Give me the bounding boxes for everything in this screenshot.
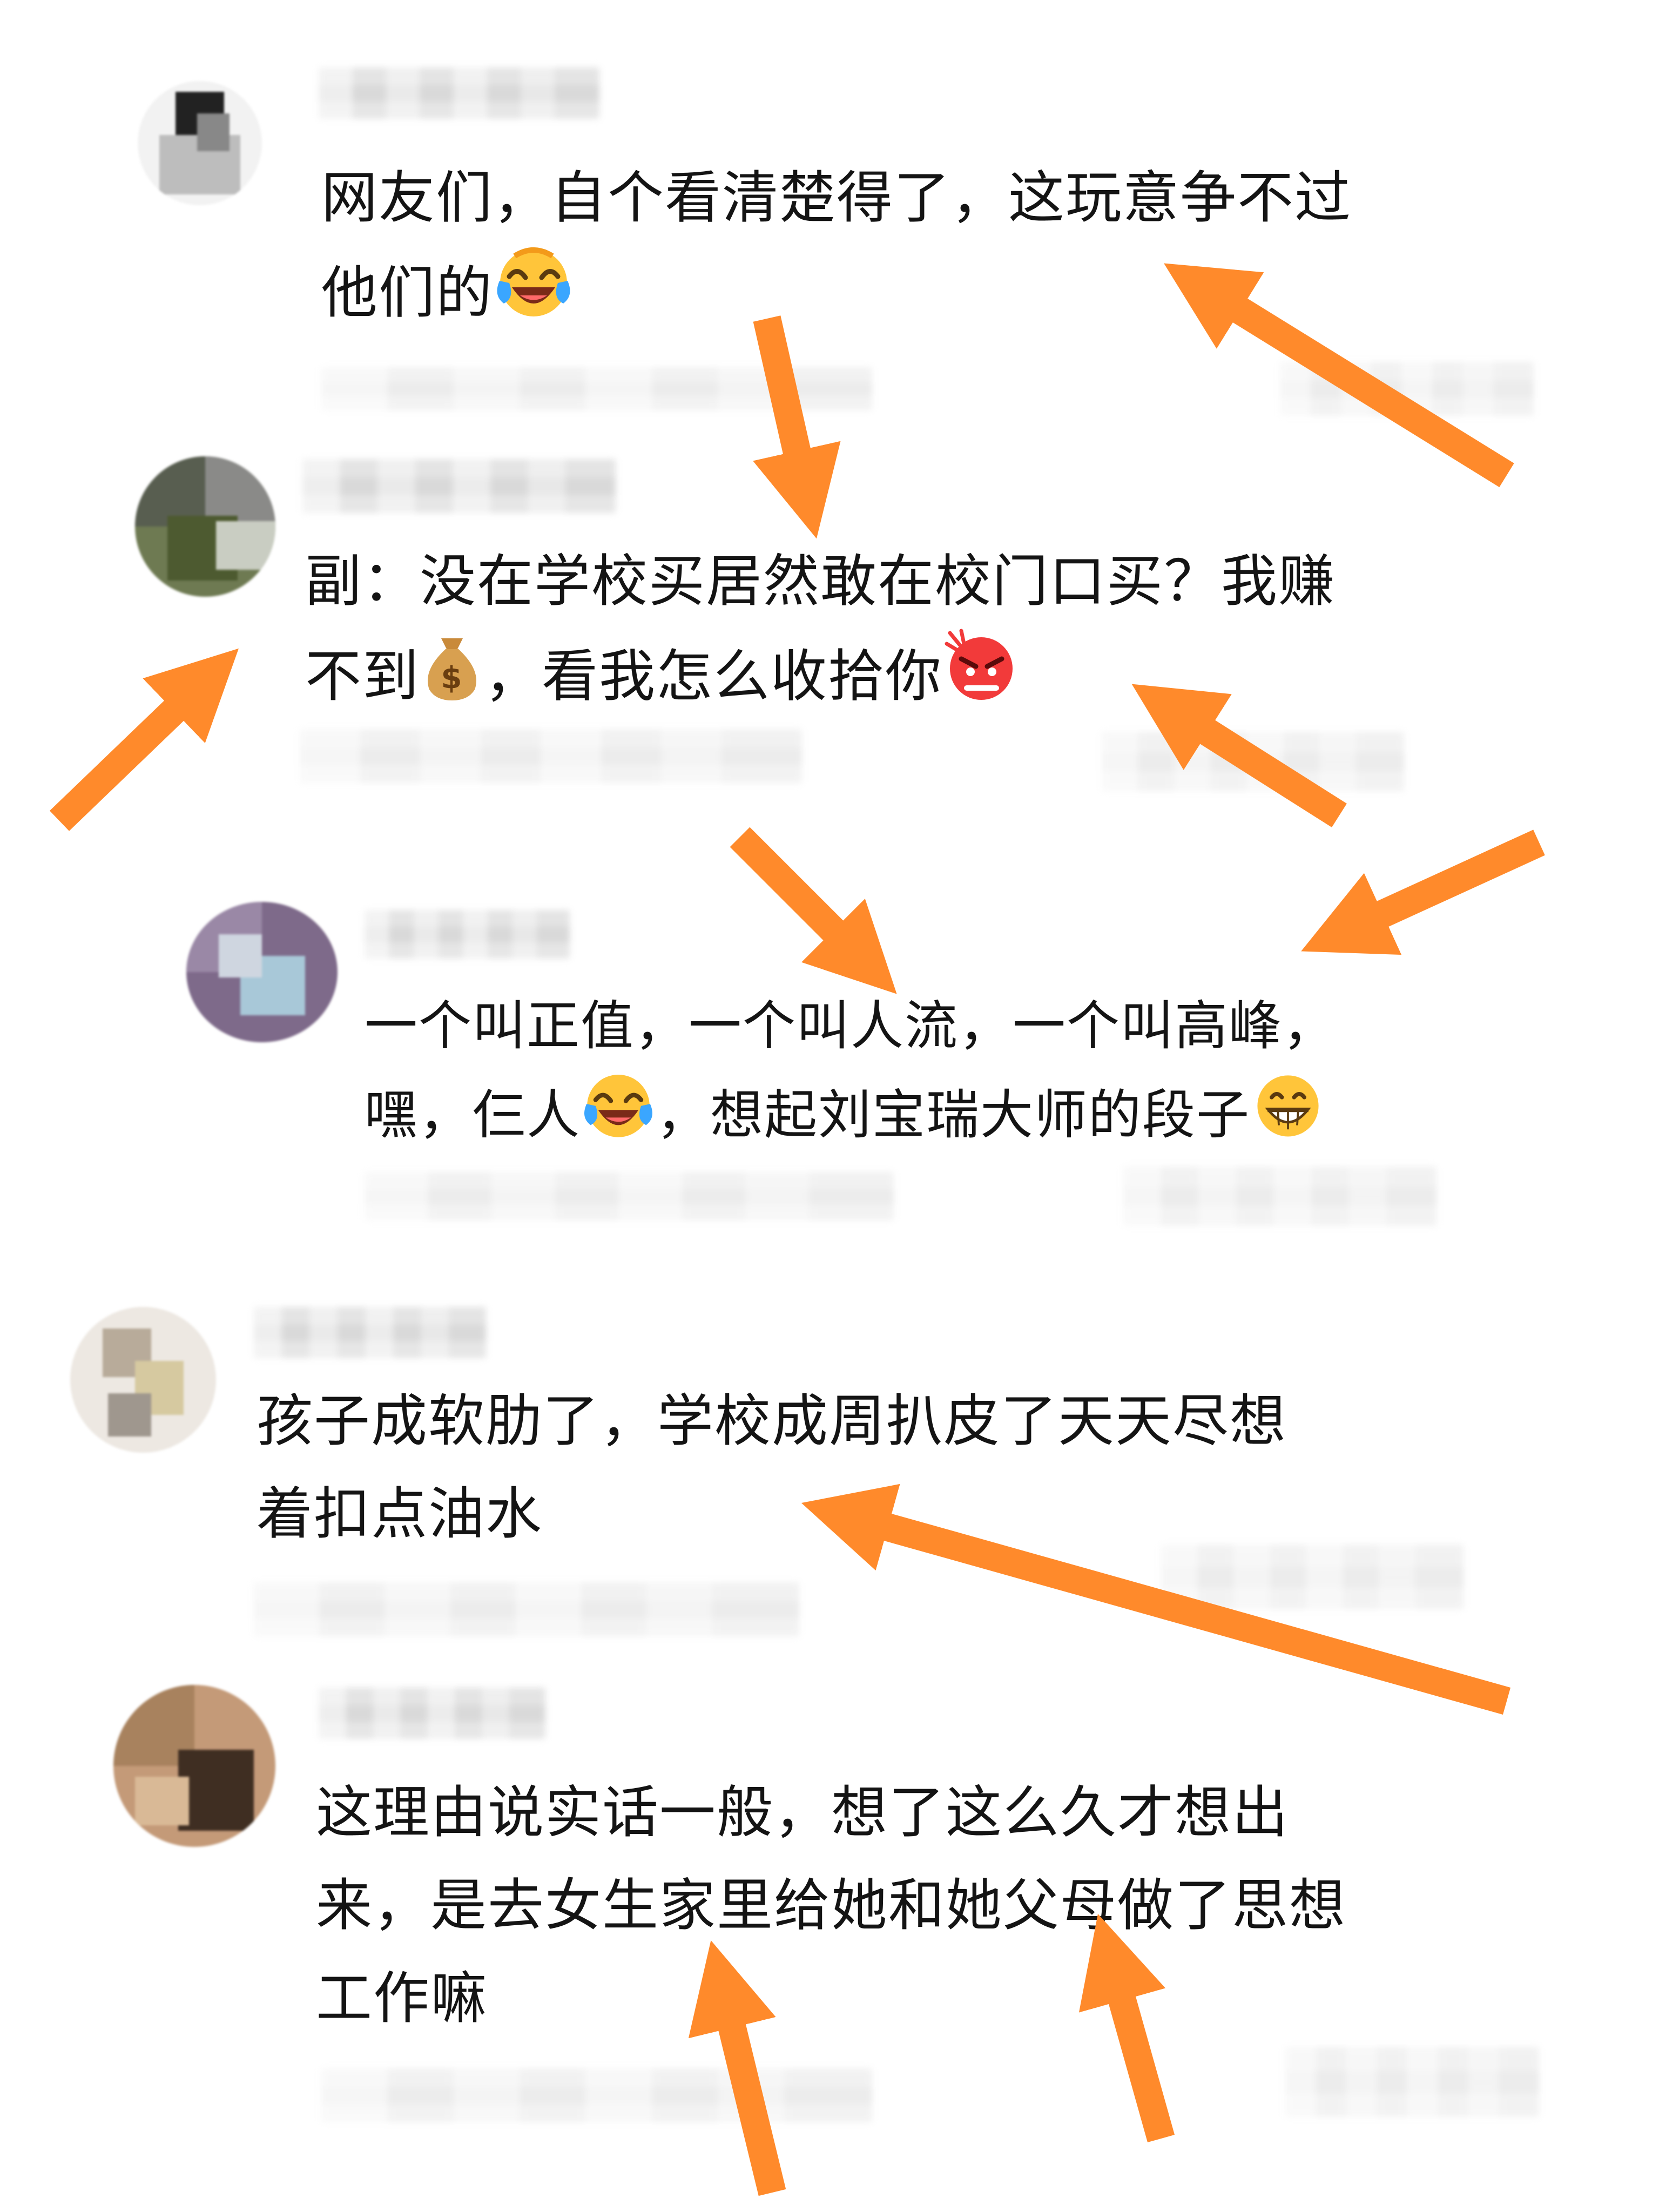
comment-text: 这理由说实话一般，想了这么久才想出 来，是去女生家里给她和她父母做了思想 工作嘛: [316, 1766, 1346, 2045]
comment-line: 他们的: [321, 260, 494, 326]
avatar[interactable]: [138, 81, 262, 205]
comment-line: 网友们，自个看清楚得了，这玩意争不过: [321, 165, 1352, 231]
comment-text: 孩子成软肋了，学校成周扒皮了天天尽想 着扣点油水: [257, 1374, 1287, 1560]
crying-laughing-icon: [493, 244, 574, 347]
arrow: [1301, 830, 1545, 955]
comment-line: 来，是去女生家里给她和她父母做了思想: [316, 1872, 1347, 1938]
username-blurred[interactable]: [319, 1688, 545, 1739]
grinning-face-icon: [1250, 1069, 1326, 1166]
comment-text: 网友们，自个看清楚得了，这玩意争不过 他们的: [321, 151, 1352, 347]
comment-meta-blurred: [365, 1172, 894, 1220]
username-blurred[interactable]: [302, 459, 616, 513]
comment-line: 副：没在学校买居然敢在校门口买？我赚: [305, 548, 1336, 614]
comment-meta-blurred: [254, 1582, 799, 1636]
comment-meta-blurred: [321, 2068, 872, 2122]
like-button-blurred[interactable]: [1280, 362, 1534, 416]
like-button-blurred[interactable]: [1285, 2047, 1539, 2117]
crying-laughing-icon: [581, 1069, 656, 1166]
comment-line: 一个叫正值，一个叫人流，一个叫高峰，: [365, 995, 1337, 1057]
username-blurred[interactable]: [254, 1307, 486, 1358]
comment-line: 着扣点油水: [257, 1481, 543, 1547]
comment-line: 不到: [305, 643, 420, 709]
avatar[interactable]: [70, 1307, 216, 1453]
username-blurred[interactable]: [319, 68, 599, 119]
comment-line: 嘿，仨人: [365, 1084, 581, 1146]
comment-line: 这理由说实话一般，想了这么久才想出: [316, 1779, 1290, 1845]
comment-line: ，想起刘宝瑞大师的段子: [656, 1084, 1251, 1146]
like-button-blurred[interactable]: [1123, 1166, 1437, 1226]
comment-meta-blurred: [321, 367, 872, 410]
arrow: [49, 648, 239, 831]
like-button-blurred[interactable]: [1102, 732, 1404, 791]
avatar[interactable]: [186, 902, 338, 1042]
comment-meta-blurred: [300, 729, 802, 783]
comment-line: 孩子成软肋了，学校成周扒皮了天天尽想: [257, 1388, 1287, 1454]
avatar[interactable]: [113, 1685, 275, 1847]
like-button-blurred[interactable]: [1161, 1545, 1464, 1609]
money-bag-icon: $: [420, 628, 484, 730]
avatar[interactable]: [135, 456, 275, 597]
comment-line: 工作嘛: [316, 1965, 488, 2031]
arrow: [730, 827, 897, 994]
comment-text: 一个叫正值，一个叫人流，一个叫高峰， 嘿，仨人 ，想起刘宝瑞大师的段子: [365, 983, 1337, 1166]
angry-face-icon: [942, 628, 1018, 730]
comment-line: ，看我怎么收拾你: [484, 643, 943, 709]
comment-text: 副：没在学校买居然敢在校门口买？我赚 不到 $ ，看我怎么收拾你: [305, 535, 1336, 730]
username-blurred[interactable]: [365, 910, 570, 959]
svg-text:$: $: [441, 660, 463, 696]
